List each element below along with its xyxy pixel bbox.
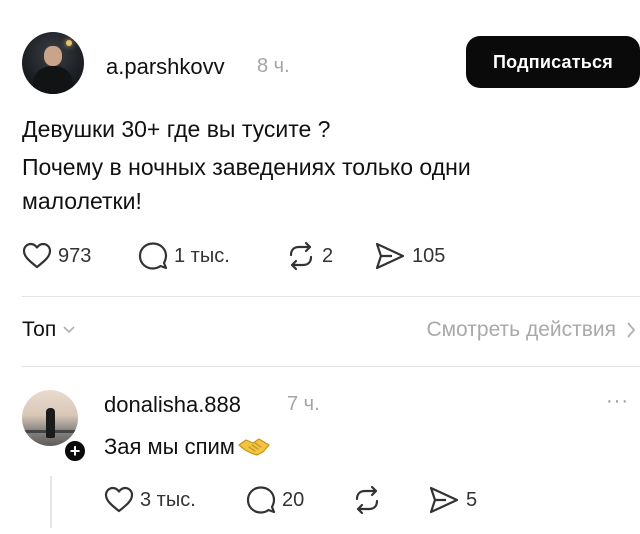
share-count: 105 xyxy=(412,244,446,267)
comment: + donalisha.888 7 ч. ··· Зая мы спим 3 т… xyxy=(0,380,640,530)
comment-share-count: 5 xyxy=(466,488,478,511)
author-avatar[interactable] xyxy=(22,32,84,94)
more-icon[interactable]: ··· xyxy=(606,390,629,413)
comment-actions: 3 тыс. 20 5 xyxy=(0,484,640,518)
sort-row: Топ Смотреть действия xyxy=(22,318,640,348)
plus-icon[interactable]: + xyxy=(62,438,88,464)
comment-like-count: 3 тыс. xyxy=(140,488,196,511)
follow-button[interactable]: Подписаться xyxy=(466,36,640,88)
chevron-right-icon xyxy=(627,322,636,338)
comment-like-button[interactable]: 3 тыс. xyxy=(104,484,196,516)
like-count: 973 xyxy=(58,244,92,267)
post-text-line: Почему в ночных заведениях только одни xyxy=(22,154,471,180)
reply-button[interactable]: 1 тыс. xyxy=(138,240,230,272)
divider xyxy=(22,366,640,367)
chevron-down-icon xyxy=(63,326,75,334)
comment-time: 7 ч. xyxy=(287,393,320,415)
view-activity-link[interactable]: Смотреть действия xyxy=(426,318,636,342)
comment-icon xyxy=(246,486,276,514)
post-actions: 973 1 тыс. 2 105 xyxy=(0,240,640,274)
post-text-line: малолетки! xyxy=(22,188,142,214)
author-username[interactable]: a.parshkovv xyxy=(106,54,225,80)
comment-text-body: Зая мы спим xyxy=(104,434,235,459)
heart-icon xyxy=(22,242,52,269)
repost-icon xyxy=(289,241,313,271)
comment-text: Зая мы спим xyxy=(104,434,271,460)
heart-icon xyxy=(104,486,134,513)
sort-label: Топ xyxy=(22,318,57,341)
comment-reply-count: 20 xyxy=(282,488,305,511)
post-text: Девушки 30+ где вы тусите ? Почему в ноч… xyxy=(22,112,622,218)
share-button[interactable]: 105 xyxy=(374,240,445,272)
comment-icon xyxy=(138,242,168,270)
like-button[interactable]: 973 xyxy=(22,240,91,272)
post-text-line: Девушки 30+ где вы тусите ? xyxy=(22,116,331,142)
sort-dropdown[interactable]: Топ xyxy=(22,318,76,342)
reply-count: 1 тыс. xyxy=(174,244,230,267)
repost-count: 2 xyxy=(322,244,334,267)
repost-icon xyxy=(355,485,379,515)
repost-button[interactable]: 2 xyxy=(286,240,333,272)
post-header: a.parshkovv 8 ч. Подписаться xyxy=(22,26,640,96)
post-time: 8 ч. xyxy=(257,55,290,77)
divider xyxy=(22,296,640,297)
share-icon xyxy=(375,242,405,270)
comment-share-button[interactable]: 5 xyxy=(428,484,477,516)
share-icon xyxy=(429,486,459,514)
commenter-username[interactable]: donalisha.888 xyxy=(104,392,241,418)
commenter-avatar[interactable] xyxy=(22,390,78,446)
comment-repost-button[interactable] xyxy=(352,484,388,516)
comment-reply-button[interactable]: 20 xyxy=(246,484,304,516)
view-activity-label: Смотреть действия xyxy=(426,318,616,341)
handshake-icon xyxy=(238,438,270,456)
